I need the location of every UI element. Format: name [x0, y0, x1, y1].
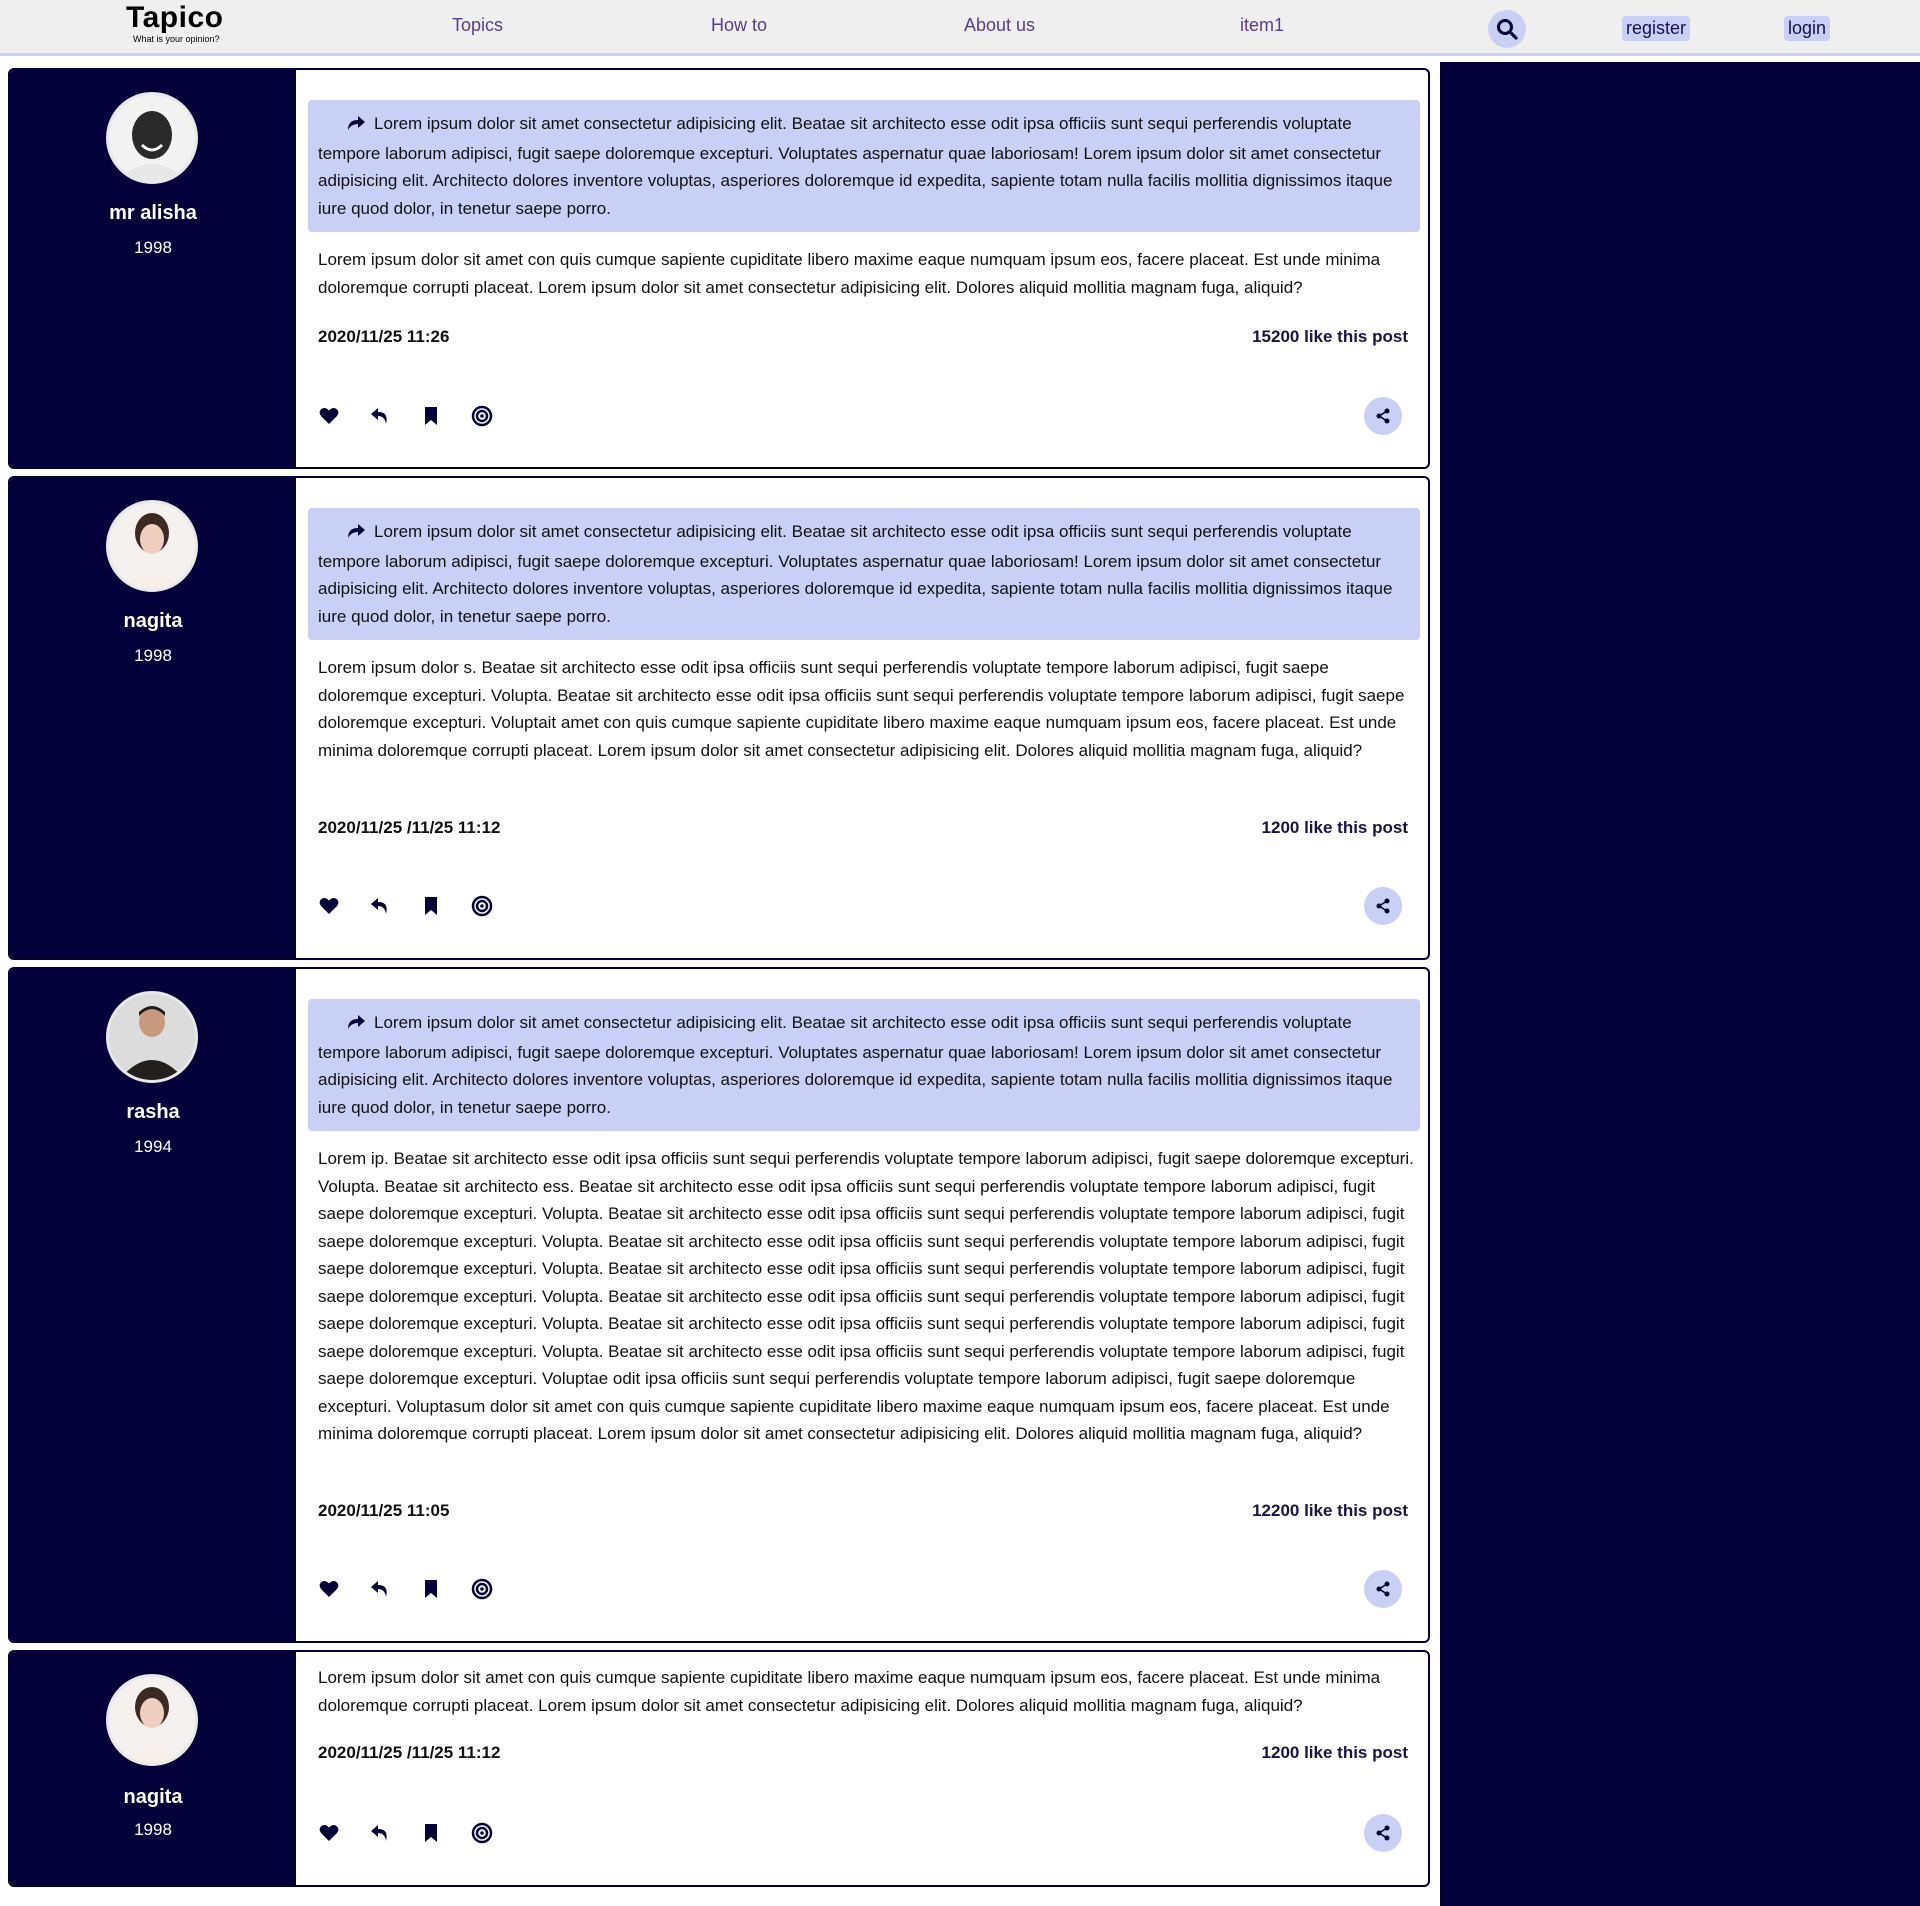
like-button[interactable] — [316, 1576, 342, 1602]
author-year: 1998 — [134, 1820, 172, 1839]
reply-button[interactable] — [367, 893, 393, 919]
author-panel: nagita 1998 — [10, 1652, 296, 1885]
bookmark-icon — [425, 1824, 437, 1842]
like-button[interactable] — [316, 1820, 342, 1846]
post-card: nagita 1998 Lorem ipsum dolor sit amet c… — [8, 476, 1430, 960]
reply-icon — [371, 898, 387, 914]
reply-button[interactable] — [367, 1820, 393, 1846]
like-count: 12200 like this post — [1252, 1501, 1408, 1520]
reply-icon — [371, 1581, 387, 1597]
heart-icon — [319, 898, 339, 914]
post-card: mr alisha 1998 Lorem ipsum dolor sit ame… — [8, 68, 1430, 469]
bookmark-icon — [425, 1580, 437, 1598]
author-name[interactable]: mr alisha — [10, 202, 296, 225]
share-icon — [1376, 1581, 1390, 1597]
post-actions — [316, 403, 495, 429]
quote-text: Lorem ipsum dolor sit amet consectetur a… — [318, 522, 1393, 626]
target-button[interactable] — [469, 1820, 495, 1846]
forward-icon — [318, 112, 374, 140]
quote-text: Lorem ipsum dolor sit amet consectetur a… — [318, 114, 1393, 218]
bookmark-icon — [425, 407, 437, 425]
post-body: Lorem ipsum dolor s. Beatae sit architec… — [318, 658, 1405, 760]
avatar[interactable] — [106, 991, 198, 1083]
reply-icon — [371, 408, 387, 424]
target-button[interactable] — [469, 893, 495, 919]
register-button[interactable]: register — [1622, 16, 1691, 41]
top-nav-bar: Tapico What is your opinion? Topics How … — [0, 0, 1920, 56]
author-panel: mr alisha 1998 — [10, 70, 296, 467]
author-year: 1994 — [134, 1137, 172, 1156]
quote-text: Lorem ipsum dolor sit amet consectetur a… — [318, 1013, 1393, 1117]
reply-button[interactable] — [367, 403, 393, 429]
target-icon — [471, 895, 493, 917]
post-date: 2020/11/25 /11/25 11:12 — [318, 818, 501, 837]
post-actions — [316, 893, 495, 919]
nav-link-how-to[interactable]: How to — [711, 15, 767, 36]
avatar[interactable] — [106, 500, 198, 592]
share-button[interactable] — [1364, 397, 1402, 435]
heart-icon — [319, 1825, 339, 1841]
share-icon — [1376, 898, 1390, 914]
reply-icon — [371, 1825, 387, 1841]
quoted-post[interactable]: Lorem ipsum dolor sit amet consectetur a… — [308, 999, 1420, 1131]
author-year: 1998 — [134, 646, 172, 665]
login-button[interactable]: login — [1784, 16, 1831, 41]
author-name[interactable]: nagita — [10, 1786, 296, 1809]
post-card: nagita 1998 Lorem ipsum dolor sit amet c… — [8, 1650, 1430, 1887]
reply-button[interactable] — [367, 1576, 393, 1602]
quoted-post[interactable]: Lorem ipsum dolor sit amet consectetur a… — [308, 508, 1420, 640]
post-body: Lorem ipsum dolor sit amet con quis cumq… — [318, 1668, 1381, 1715]
heart-icon — [319, 1581, 339, 1597]
nav-link-item1[interactable]: item1 — [1240, 15, 1284, 36]
share-button[interactable] — [1364, 1814, 1402, 1852]
target-icon — [471, 1578, 493, 1600]
nav-link-about-us[interactable]: About us — [964, 15, 1035, 36]
author-panel: rasha 1994 — [10, 969, 296, 1641]
target-button[interactable] — [469, 1576, 495, 1602]
post-card: rasha 1994 Lorem ipsum dolor sit amet co… — [8, 967, 1430, 1643]
logo-title: Tapico — [126, 1, 224, 34]
avatar[interactable] — [106, 1674, 198, 1766]
bookmark-button[interactable] — [418, 1576, 444, 1602]
author-name[interactable]: nagita — [10, 610, 296, 633]
bookmark-button[interactable] — [418, 893, 444, 919]
bookmark-icon — [425, 897, 437, 915]
right-sidebar — [1440, 62, 1920, 1906]
share-button[interactable] — [1364, 1570, 1402, 1608]
forward-icon — [318, 520, 374, 548]
share-icon — [1376, 1825, 1390, 1841]
nav-link-topics[interactable]: Topics — [452, 15, 503, 36]
logo-tagline: What is your opinion? — [133, 34, 220, 44]
author-panel: nagita 1998 — [10, 478, 296, 958]
bookmark-button[interactable] — [418, 1820, 444, 1846]
share-button[interactable] — [1364, 887, 1402, 925]
like-count: 1200 like this post — [1261, 1743, 1408, 1762]
search-button[interactable] — [1488, 10, 1526, 48]
author-name[interactable]: rasha — [10, 1101, 296, 1124]
avatar[interactable] — [106, 92, 198, 184]
like-count: 1200 like this post — [1261, 818, 1408, 837]
post-body: Lorem ip. Beatae sit architecto esse odi… — [318, 1149, 1414, 1443]
logo[interactable]: Tapico What is your opinion? — [126, 1, 246, 45]
like-button[interactable] — [316, 893, 342, 919]
like-button[interactable] — [316, 403, 342, 429]
post-date: 2020/11/25 11:05 — [318, 1501, 450, 1520]
target-icon — [471, 405, 493, 427]
share-icon — [1376, 408, 1390, 424]
post-actions — [316, 1820, 495, 1846]
quoted-post[interactable]: Lorem ipsum dolor sit amet consectetur a… — [308, 100, 1420, 232]
post-date: 2020/11/25 11:26 — [318, 327, 450, 346]
target-icon — [471, 1822, 493, 1844]
target-button[interactable] — [469, 403, 495, 429]
heart-icon — [319, 408, 339, 424]
search-icon — [1497, 19, 1518, 40]
like-count: 15200 like this post — [1252, 327, 1408, 346]
author-year: 1998 — [134, 238, 172, 257]
post-actions — [316, 1576, 495, 1602]
forward-icon — [318, 1011, 374, 1039]
post-body: Lorem ipsum dolor sit amet con quis cumq… — [318, 250, 1381, 297]
post-date: 2020/11/25 /11/25 11:12 — [318, 1743, 501, 1762]
bookmark-button[interactable] — [418, 403, 444, 429]
